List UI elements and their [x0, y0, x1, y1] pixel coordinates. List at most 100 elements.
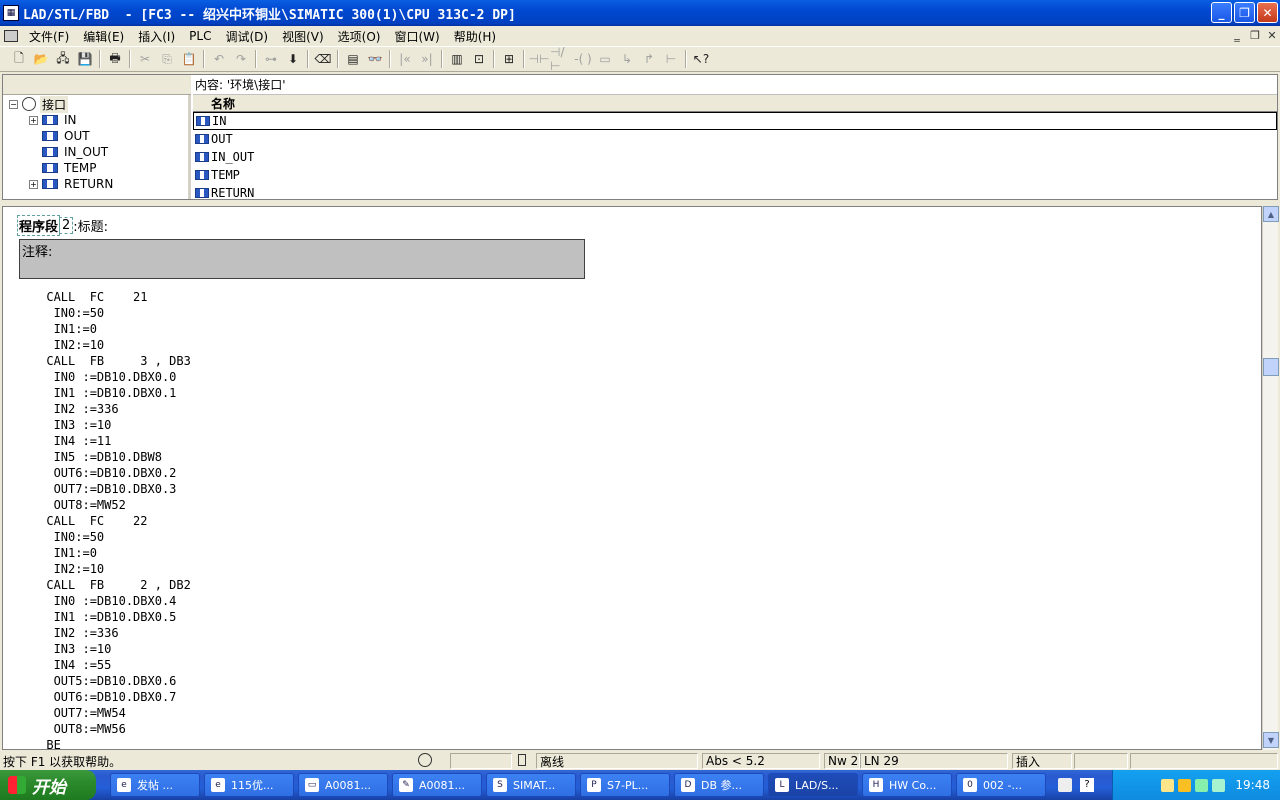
code-line[interactable]: IN2:=10	[3, 561, 191, 577]
code-line[interactable]: IN1 :=DB10.DBX0.5	[3, 609, 191, 625]
code-line[interactable]: CALL FB 2 , DB2	[3, 577, 191, 593]
new-icon[interactable]: 🗋	[8, 48, 30, 70]
code-line[interactable]: CALL FB 3 , DB3	[3, 353, 191, 369]
save-icon[interactable]: 💾	[74, 48, 96, 70]
code-line[interactable]: OUT8:=MW56	[3, 721, 191, 737]
qq-icon[interactable]	[1178, 778, 1192, 792]
code-line[interactable]: IN1:=0	[3, 321, 191, 337]
open-icon[interactable]: 📂	[30, 48, 52, 70]
code-line[interactable]: IN1:=0	[3, 545, 191, 561]
contact-no-icon[interactable]: ⊣⊢	[528, 48, 550, 70]
code-line[interactable]: IN2 :=336	[3, 401, 191, 417]
menu-view[interactable]: 视图(V)	[275, 28, 331, 45]
branch-open-icon[interactable]: ↳	[616, 48, 638, 70]
collapse-icon[interactable]: −	[9, 99, 18, 109]
mdi-close-icon[interactable]: ✕	[1265, 28, 1279, 42]
tree-item-out[interactable]: OUT	[42, 128, 90, 144]
stl-code[interactable]: CALL FC 21 IN0:=50 IN1:=0 IN2:=10 CALL F…	[3, 289, 191, 749]
code-line[interactable]: IN3 :=10	[3, 641, 191, 657]
scroll-up-icon[interactable]: ▲	[1263, 206, 1279, 222]
keyboard-icon[interactable]	[1058, 778, 1072, 792]
help-tray-icon[interactable]: ?	[1080, 778, 1094, 792]
mdi-restore-icon[interactable]: ❐	[1248, 28, 1262, 42]
code-line[interactable]: IN0 :=DB10.DBX0.0	[3, 369, 191, 385]
restore-button[interactable]: ❐	[1234, 2, 1255, 23]
redo-icon[interactable]: ↷	[230, 48, 252, 70]
tree-root[interactable]: − 接口	[9, 95, 69, 113]
task-item[interactable]: e 115优...	[204, 773, 294, 797]
new-network-icon[interactable]: ⊞	[498, 48, 520, 70]
menu-help[interactable]: 帮助(H)	[447, 28, 503, 45]
code-line[interactable]: IN0 :=DB10.DBX0.4	[3, 593, 191, 609]
menu-plc[interactable]: PLC	[182, 29, 218, 43]
task-item[interactable]: S SIMAT...	[486, 773, 576, 797]
start-button[interactable]: 开始	[0, 770, 96, 800]
expand-icon[interactable]: +	[29, 115, 38, 125]
code-line[interactable]: OUT8:=MW52	[3, 497, 191, 513]
coil-icon[interactable]: -( )	[572, 48, 594, 70]
download-icon[interactable]: ⬇	[282, 48, 304, 70]
menu-edit[interactable]: 编辑(E)	[76, 28, 131, 45]
menu-window[interactable]: 窗口(W)	[387, 28, 446, 45]
copy-icon[interactable]: ⎘	[156, 48, 178, 70]
connection-icon[interactable]: ⊢	[660, 48, 682, 70]
expand-icon[interactable]: +	[29, 179, 38, 189]
contact-nc-icon[interactable]: ⊣/⊢	[550, 45, 572, 73]
box-icon[interactable]: ▭	[594, 48, 616, 70]
document-menu-icon[interactable]	[4, 30, 18, 42]
code-line[interactable]: IN4 :=55	[3, 657, 191, 673]
menu-options[interactable]: 选项(O)	[331, 28, 388, 45]
online-icon[interactable]: ⊶	[260, 48, 282, 70]
context-help-icon[interactable]: ↖?	[690, 48, 712, 70]
tree-item-in[interactable]: + IN	[29, 112, 77, 128]
tree-item-temp[interactable]: TEMP	[42, 160, 97, 176]
code-editor[interactable]: 程序段 2 :标题: 注释: CALL FC 21 IN0:=50 IN1:=0…	[2, 206, 1262, 750]
comment-box[interactable]: 注释:	[19, 239, 585, 279]
network-icon[interactable]	[1161, 778, 1175, 792]
code-line[interactable]: OUT6:=DB10.DBX0.7	[3, 689, 191, 705]
undo-icon[interactable]: ↶	[208, 48, 230, 70]
mdi-minimize-icon[interactable]: ‗	[1230, 28, 1244, 42]
menu-debug[interactable]: 调试(D)	[218, 28, 275, 45]
cut-icon[interactable]: ✂	[134, 48, 156, 70]
task-item[interactable]: H HW Co...	[862, 773, 952, 797]
overview-icon[interactable]: ▥	[446, 48, 468, 70]
segment-title[interactable]: 程序段 2 :标题:	[17, 215, 108, 236]
column-header-name[interactable]: 名称	[193, 95, 1277, 112]
task-item[interactable]: ✎ A0081...	[392, 773, 482, 797]
tree-item-in-out[interactable]: IN_OUT	[42, 144, 108, 160]
monitor-icon[interactable]: 👓	[364, 48, 386, 70]
code-line[interactable]: OUT5:=DB10.DBX0.6	[3, 673, 191, 689]
task-item[interactable]: ▭ A0081...	[298, 773, 388, 797]
prev-segment-icon[interactable]: |«	[394, 48, 416, 70]
table-row[interactable]: RETURN	[193, 184, 1277, 202]
security-icon[interactable]	[1195, 778, 1209, 792]
branch-close-icon[interactable]: ↱	[638, 48, 660, 70]
code-line[interactable]: OUT6:=DB10.DBX0.2	[3, 465, 191, 481]
close-button[interactable]: ✕	[1257, 2, 1278, 23]
network-open-icon[interactable]: 🖧	[52, 48, 74, 70]
paste-icon[interactable]: 📋	[178, 48, 200, 70]
menu-file[interactable]: 文件(F)	[22, 28, 76, 45]
code-line[interactable]: IN2 :=336	[3, 625, 191, 641]
menu-insert[interactable]: 插入(I)	[131, 28, 182, 45]
vertical-scrollbar[interactable]: ▲ ▼	[1262, 206, 1279, 750]
code-line[interactable]: IN1 :=DB10.DBX0.1	[3, 385, 191, 401]
table-row[interactable]: IN_OUT	[193, 148, 1277, 166]
code-line[interactable]: IN5 :=DB10.DBW8	[3, 449, 191, 465]
scroll-thumb[interactable]	[1263, 358, 1279, 376]
task-item[interactable]: 0 002 -...	[956, 773, 1046, 797]
code-line[interactable]: BE	[3, 737, 191, 749]
volume-icon[interactable]	[1212, 778, 1226, 792]
task-item[interactable]: P S7-PL...	[580, 773, 670, 797]
table-row[interactable]: IN	[193, 112, 1277, 130]
code-line[interactable]: IN0:=50	[3, 305, 191, 321]
code-line[interactable]: OUT7:=MW54	[3, 705, 191, 721]
code-line[interactable]: IN0:=50	[3, 529, 191, 545]
code-line[interactable]: IN2:=10	[3, 337, 191, 353]
tree-item-return[interactable]: + RETURN	[29, 176, 113, 192]
next-segment-icon[interactable]: »|	[416, 48, 438, 70]
print-icon[interactable]: 🖶	[104, 48, 126, 70]
task-item[interactable]: D DB 参...	[674, 773, 764, 797]
scroll-down-icon[interactable]: ▼	[1263, 732, 1279, 748]
